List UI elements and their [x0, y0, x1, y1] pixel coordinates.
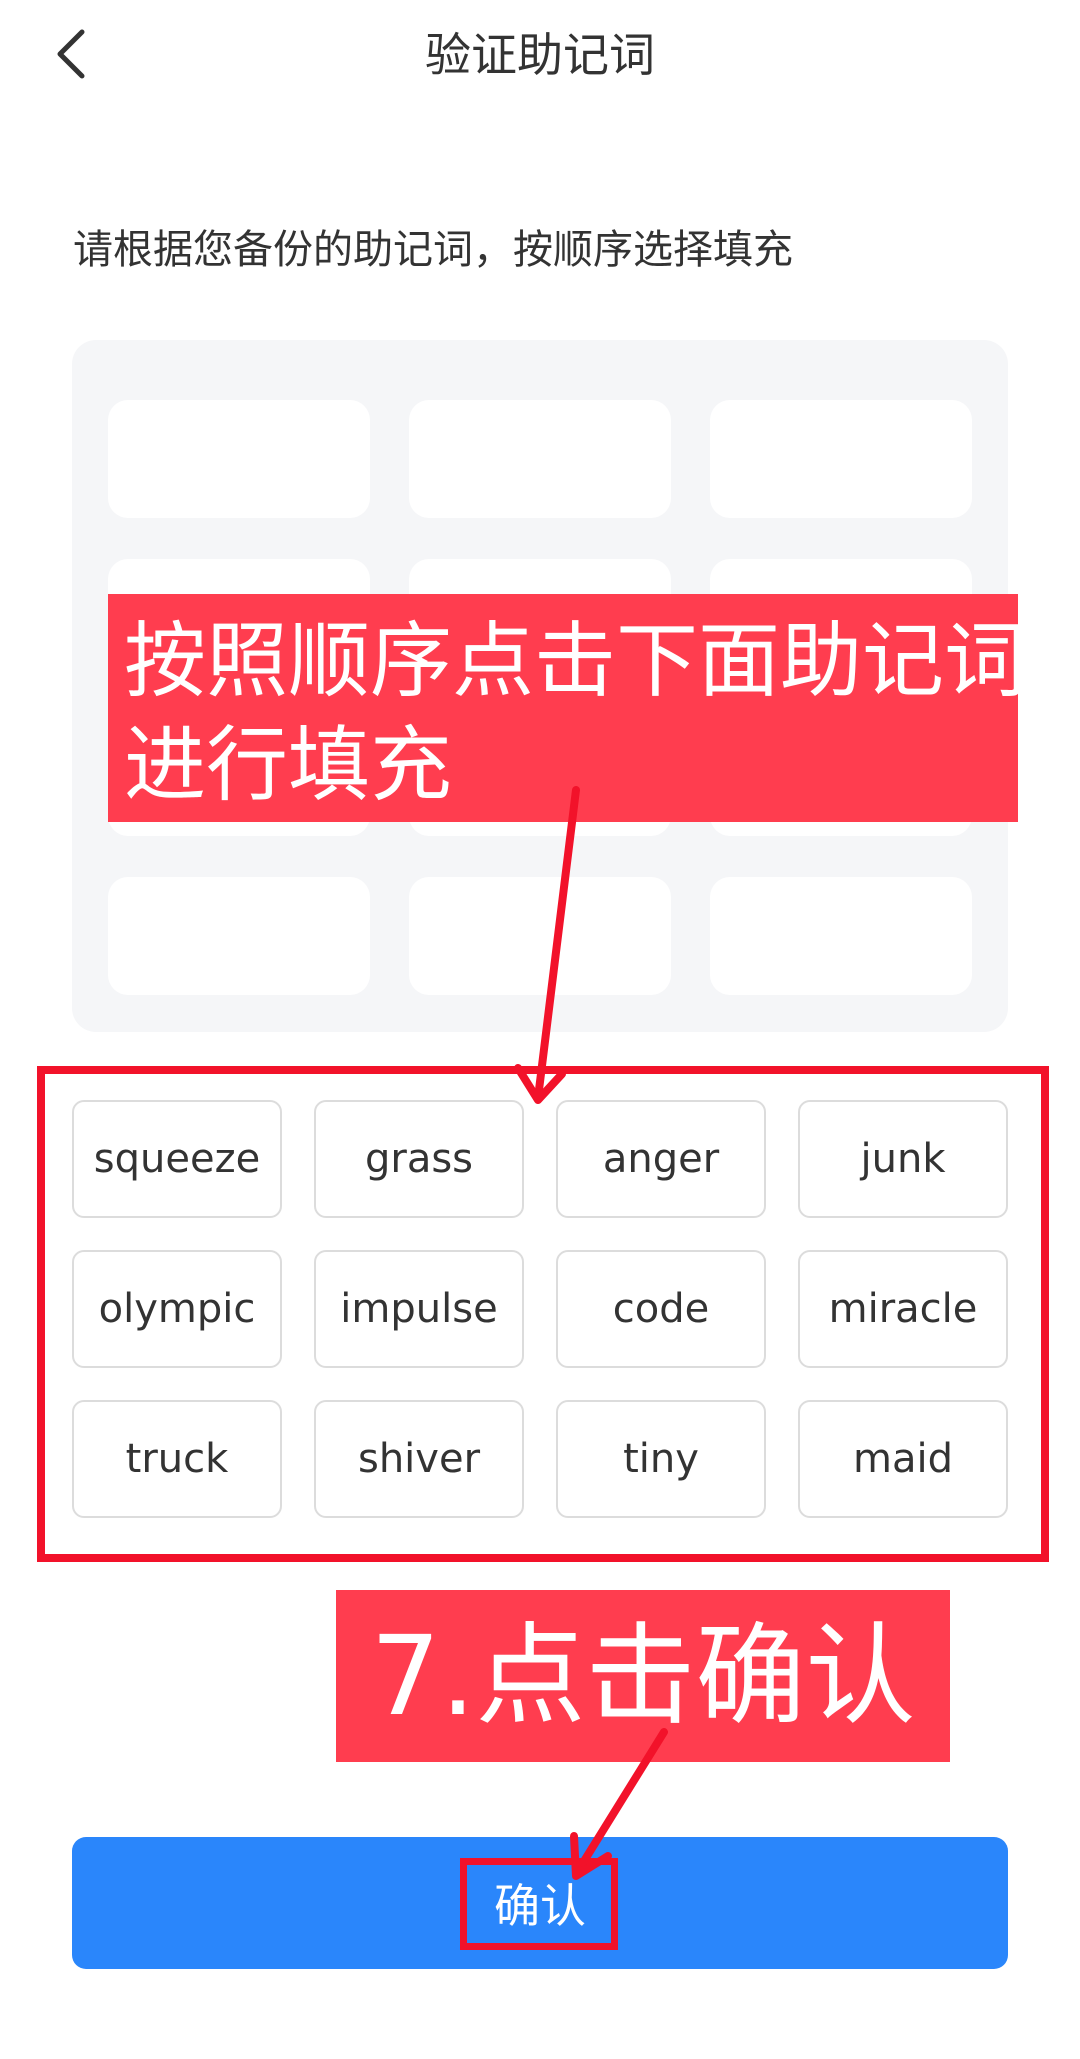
mnemonic-slot-11[interactable]	[409, 877, 671, 995]
annotation-callout-confirm-text: 7.点击确认	[370, 1612, 916, 1740]
mnemonic-slot-2[interactable]	[409, 400, 671, 518]
annotation-callout-line-1: 按照顺序点击下面助记词	[124, 614, 1027, 709]
annotation-callout-confirm: 7.点击确认	[336, 1590, 950, 1762]
annotation-highlight-confirm	[460, 1858, 618, 1950]
annotation-highlight-word-grid	[37, 1066, 1049, 1562]
annotation-callout-fill-order: 按照顺序点击下面助记词 进行填充	[108, 594, 1027, 822]
mnemonic-slot-10[interactable]	[108, 877, 370, 995]
annotation-callout-line-2: 进行填充	[124, 718, 453, 813]
mnemonic-slot-12[interactable]	[710, 877, 972, 995]
mnemonic-slot-1[interactable]	[108, 400, 370, 518]
mnemonic-slot-3[interactable]	[710, 400, 972, 518]
page-title: 验证助记词	[425, 28, 655, 82]
instruction-text: 请根据您备份的助记词，按顺序选择填充	[73, 227, 793, 273]
